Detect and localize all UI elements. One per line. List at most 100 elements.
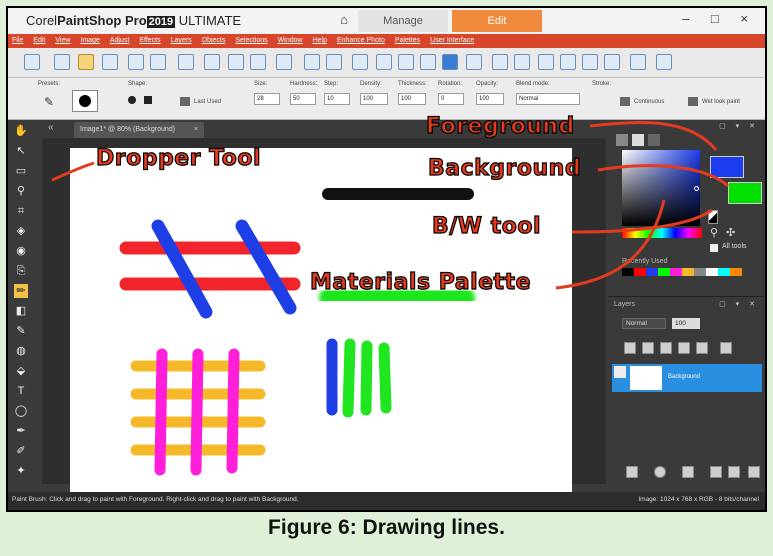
adjust-layer-icon[interactable] [642,342,654,354]
rainbow-tab-icon[interactable] [632,134,644,146]
dropper-icon[interactable]: ⚲ [710,226,718,239]
layer-visibility-icon[interactable] [614,366,626,378]
save-icon[interactable] [128,54,144,70]
eraser-tool-icon[interactable]: ✎ [14,324,28,338]
merge-icon[interactable] [710,466,722,478]
menu-image[interactable]: Image [80,34,99,48]
clone-tool-icon[interactable]: ⎘ [14,264,28,278]
background-swatch[interactable] [728,182,762,204]
fix-icon[interactable] [420,54,436,70]
actual-size-icon[interactable] [560,54,576,70]
layer-menu-icon[interactable] [748,466,760,478]
menu-palettes[interactable]: Palettes [395,34,420,48]
menu-adjust[interactable]: Adjust [110,34,129,48]
zoom-in-icon[interactable] [582,54,598,70]
menu-effects[interactable]: Effects [139,34,160,48]
swap-icon[interactable]: ✣ [726,226,735,239]
menu-file[interactable]: File [12,34,23,48]
effect-icon[interactable] [466,54,482,70]
straighten-tool-icon[interactable]: ◈ [14,224,28,238]
pan-tool-icon[interactable]: ✋ [14,124,28,138]
mosaic-icon[interactable] [492,54,508,70]
thickness-field[interactable]: 100 [398,93,426,105]
fit-window-icon[interactable] [538,54,554,70]
pick-tool-icon[interactable]: ↖ [14,144,28,158]
blend-mode-select[interactable]: Normal [516,93,580,105]
selection-tool-icon[interactable]: ▭ [14,164,28,178]
window-controls[interactable]: – □ × [682,11,757,26]
gradient-tool-icon[interactable]: ◧ [14,304,28,318]
brush-preset-icon[interactable]: ✎ [44,95,58,109]
square-shape-icon[interactable] [144,96,152,104]
menu-enhance-photo[interactable]: Enhance Photo [337,34,385,48]
rotate-left-icon[interactable] [304,54,320,70]
continuous-icon[interactable] [620,97,630,106]
image-canvas[interactable] [70,148,572,498]
text-tool-icon[interactable]: T [14,384,28,398]
layer-opacity-field[interactable]: 100 [672,318,700,329]
paste-icon[interactable] [276,54,292,70]
tab-edit[interactable]: Edit [452,10,542,32]
color-picker-cursor[interactable] [694,186,699,191]
zoom-out-icon[interactable] [604,54,620,70]
dropper-tool-icon[interactable]: ⚲ [14,184,28,198]
last-used-icon[interactable] [180,97,190,106]
crop-tool-icon[interactable]: ⌗ [14,204,28,218]
warp-brush-icon[interactable]: ✐ [14,444,28,458]
layer-mask-icon[interactable] [654,466,666,478]
scanner-icon[interactable] [102,54,118,70]
open-folder-icon[interactable] [78,54,94,70]
full-screen-icon[interactable] [630,54,646,70]
wet-look-icon[interactable] [688,97,698,106]
layer-props-icon[interactable] [626,466,638,478]
crop-icon[interactable] [376,54,392,70]
menu-view[interactable]: View [55,34,70,48]
all-tools-checkbox[interactable] [710,244,718,252]
paint-brush-tool-icon[interactable]: ✏ [14,284,28,298]
menu-objects[interactable]: Objects [202,34,226,48]
info-icon[interactable] [352,54,368,70]
recent-colors[interactable] [622,268,742,276]
layers-panel-controls[interactable]: ▢ ▾ ✕ [719,298,759,312]
close-tab-icon[interactable]: × [194,122,198,138]
collapse-chevron-icon[interactable]: « [48,122,54,133]
rainbow-strip[interactable] [622,228,702,238]
preset-shape-tool-icon[interactable]: ◯ [14,404,28,418]
red-eye-tool-icon[interactable]: ◉ [14,244,28,258]
bw-tool-icon[interactable] [708,210,718,224]
hardness-field[interactable]: 50 [290,93,316,105]
layer-icon[interactable] [442,54,458,70]
rotation-field[interactable]: 0 [438,93,464,105]
round-shape-icon[interactable] [128,96,136,104]
step-field[interactable]: 10 [324,93,350,105]
layer-blend-select[interactable]: Normal [622,318,666,329]
tab-manage[interactable]: Manage [358,10,448,32]
materials-panel-controls[interactable]: ▢ ▾ ✕ [719,120,759,134]
new-file-icon[interactable] [24,54,40,70]
menu-user-interface[interactable]: User Interface [430,34,474,48]
menu-help[interactable]: Help [313,34,327,48]
picture-tube-icon[interactable]: ✦ [14,464,28,478]
menu-edit[interactable]: Edit [33,34,45,48]
document-tab[interactable]: Image1* @ 80% (Background) × [74,122,204,138]
frame-tab-icon[interactable] [616,134,628,146]
opacity-field[interactable]: 100 [476,93,504,105]
redo-icon[interactable] [250,54,266,70]
share-icon[interactable] [178,54,194,70]
save-as-icon[interactable] [150,54,166,70]
menu-layers[interactable]: Layers [171,34,192,48]
workspace-icon[interactable] [656,54,672,70]
print-icon[interactable] [204,54,220,70]
new-layer-icon[interactable] [624,342,636,354]
group-layer-icon[interactable] [696,342,708,354]
home-icon[interactable]: ⌂ [333,12,355,30]
brush-preview[interactable] [72,90,98,112]
burn-tool-icon[interactable]: ◍ [14,344,28,358]
layer-row-background[interactable]: Background [612,364,762,392]
flood-fill-tool-icon[interactable]: ⬙ [14,364,28,378]
grid-icon[interactable] [54,54,70,70]
color-picker-square[interactable] [622,150,700,226]
size-field[interactable]: 28 [254,93,280,105]
photo-icon[interactable] [398,54,414,70]
layer-link-icon[interactable] [682,466,694,478]
